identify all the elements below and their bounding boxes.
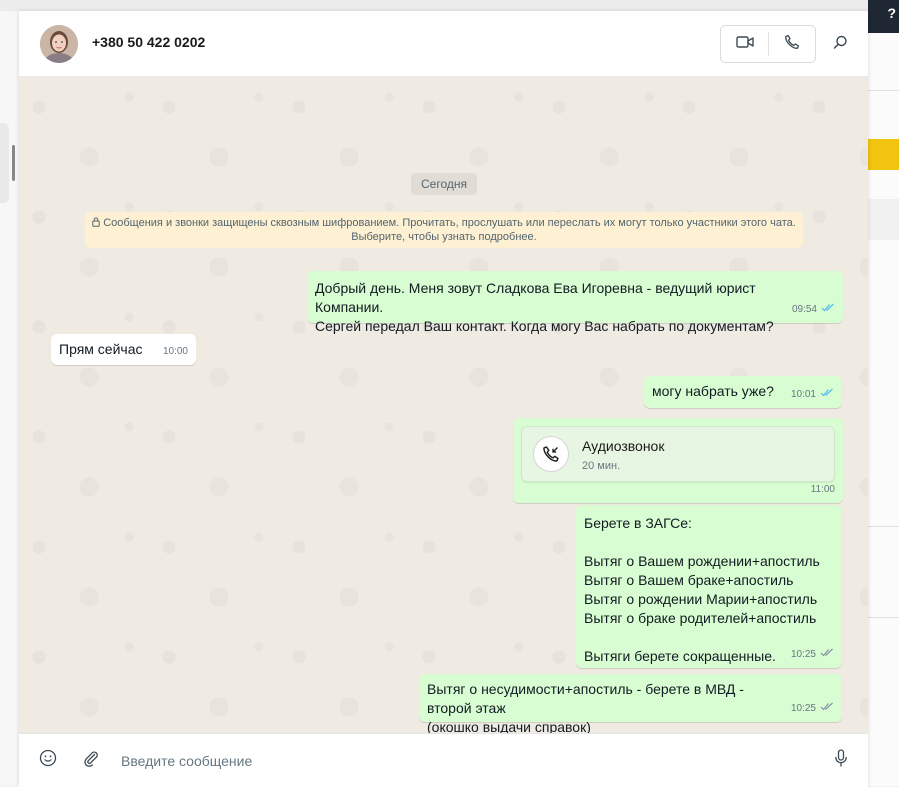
encryption-notice-text: Сообщения и звонки защищены сквозным шиф…: [103, 217, 796, 243]
message-time: 11:00: [810, 484, 835, 495]
message-bubble-outgoing[interactable]: Добрый день. Меня зовут Сладкова Ева Иго…: [307, 271, 843, 334]
voice-call-button[interactable]: [769, 26, 815, 62]
background-sidebar-strip: [0, 11, 20, 786]
message-text: могу набрать уже?: [652, 383, 774, 399]
message-text: Берете в ЗАГСе: Вытяг о Вашем рождении+а…: [584, 515, 820, 664]
background-help-icon: ?: [868, 0, 899, 33]
call-message-bubble[interactable]: Аудиозвонок 20 мин. 11:00: [513, 418, 843, 503]
paperclip-icon: [82, 749, 100, 772]
message-text: Вытяг о несудимости+апостиль - берете в …: [427, 681, 744, 733]
video-call-button[interactable]: [721, 26, 768, 62]
video-camera-icon: [735, 35, 754, 54]
message-text: Прям сейчас: [59, 341, 143, 357]
emoji-button[interactable]: [37, 749, 59, 771]
message-bubble-incoming[interactable]: Прям сейчас 10:00: [51, 334, 196, 365]
encryption-notice[interactable]: Сообщения и звонки защищены сквозным шиф…: [85, 212, 803, 248]
call-title: Аудиозвонок: [582, 438, 665, 454]
audio-call-card[interactable]: Аудиозвонок 20 мин.: [521, 426, 835, 482]
message-meta: 10:01: [791, 385, 834, 404]
search-icon: [833, 35, 848, 55]
message-input[interactable]: [119, 748, 803, 774]
message-time: 09:54: [791, 304, 817, 315]
attach-button[interactable]: [80, 749, 102, 771]
message-time: 10:00: [162, 346, 188, 357]
message-meta: 10:25: [791, 699, 834, 718]
message-time: 10:25: [790, 703, 816, 714]
background-grey-block: [868, 199, 899, 240]
message-bubble-outgoing[interactable]: Берете в ЗАГСе: Вытяг о Вашем рождении+а…: [576, 505, 842, 668]
message-bubble-outgoing[interactable]: Вытяг о несудимости+апостиль - берете в …: [419, 674, 842, 733]
message-meta: 09:54: [792, 300, 835, 319]
background-yellow-block: [868, 139, 899, 170]
background-sidebar-tab[interactable]: [0, 123, 15, 203]
message-list[interactable]: Сегодня Сообщения и звонки защищены скво…: [19, 77, 868, 733]
read-receipt-icon: [821, 300, 835, 319]
phone-icon: [784, 34, 800, 55]
incoming-call-icon: [533, 436, 569, 472]
message-time: 10:25: [790, 649, 816, 660]
contact-phone-number[interactable]: +380 50 422 0202: [92, 34, 205, 50]
voice-message-button[interactable]: [830, 748, 852, 772]
background-divider: [868, 617, 899, 618]
message-bubble-outgoing[interactable]: могу набрать уже? 10:01: [644, 376, 842, 408]
background-divider: [868, 90, 899, 91]
message-meta: 11:00: [811, 480, 835, 499]
microphone-icon: [834, 748, 848, 772]
message-meta: 10:25: [791, 645, 834, 664]
contact-avatar[interactable]: [40, 25, 78, 63]
call-buttons-group: [720, 25, 816, 63]
message-meta: 10:00: [163, 342, 188, 361]
chat-window: +380 50 422 0202 Сегодня Сообщения и зво…: [19, 11, 868, 787]
read-receipt-icon: [820, 385, 834, 404]
chat-header: +380 50 422 0202: [19, 11, 868, 77]
background-divider: [868, 526, 899, 527]
message-text: Добрый день. Меня зовут Сладкова Ева Иго…: [315, 280, 774, 334]
delivered-receipt-icon: [820, 645, 834, 664]
background-window-right: ?: [868, 0, 899, 786]
lock-icon: [92, 217, 100, 231]
message-time: 10:01: [790, 389, 816, 400]
date-separator: Сегодня: [411, 173, 477, 195]
delivered-receipt-icon: [820, 699, 834, 718]
search-button[interactable]: [829, 34, 851, 56]
message-composer: [19, 733, 868, 787]
call-duration: 20 мин.: [582, 460, 621, 472]
emoji-icon: [39, 749, 57, 772]
